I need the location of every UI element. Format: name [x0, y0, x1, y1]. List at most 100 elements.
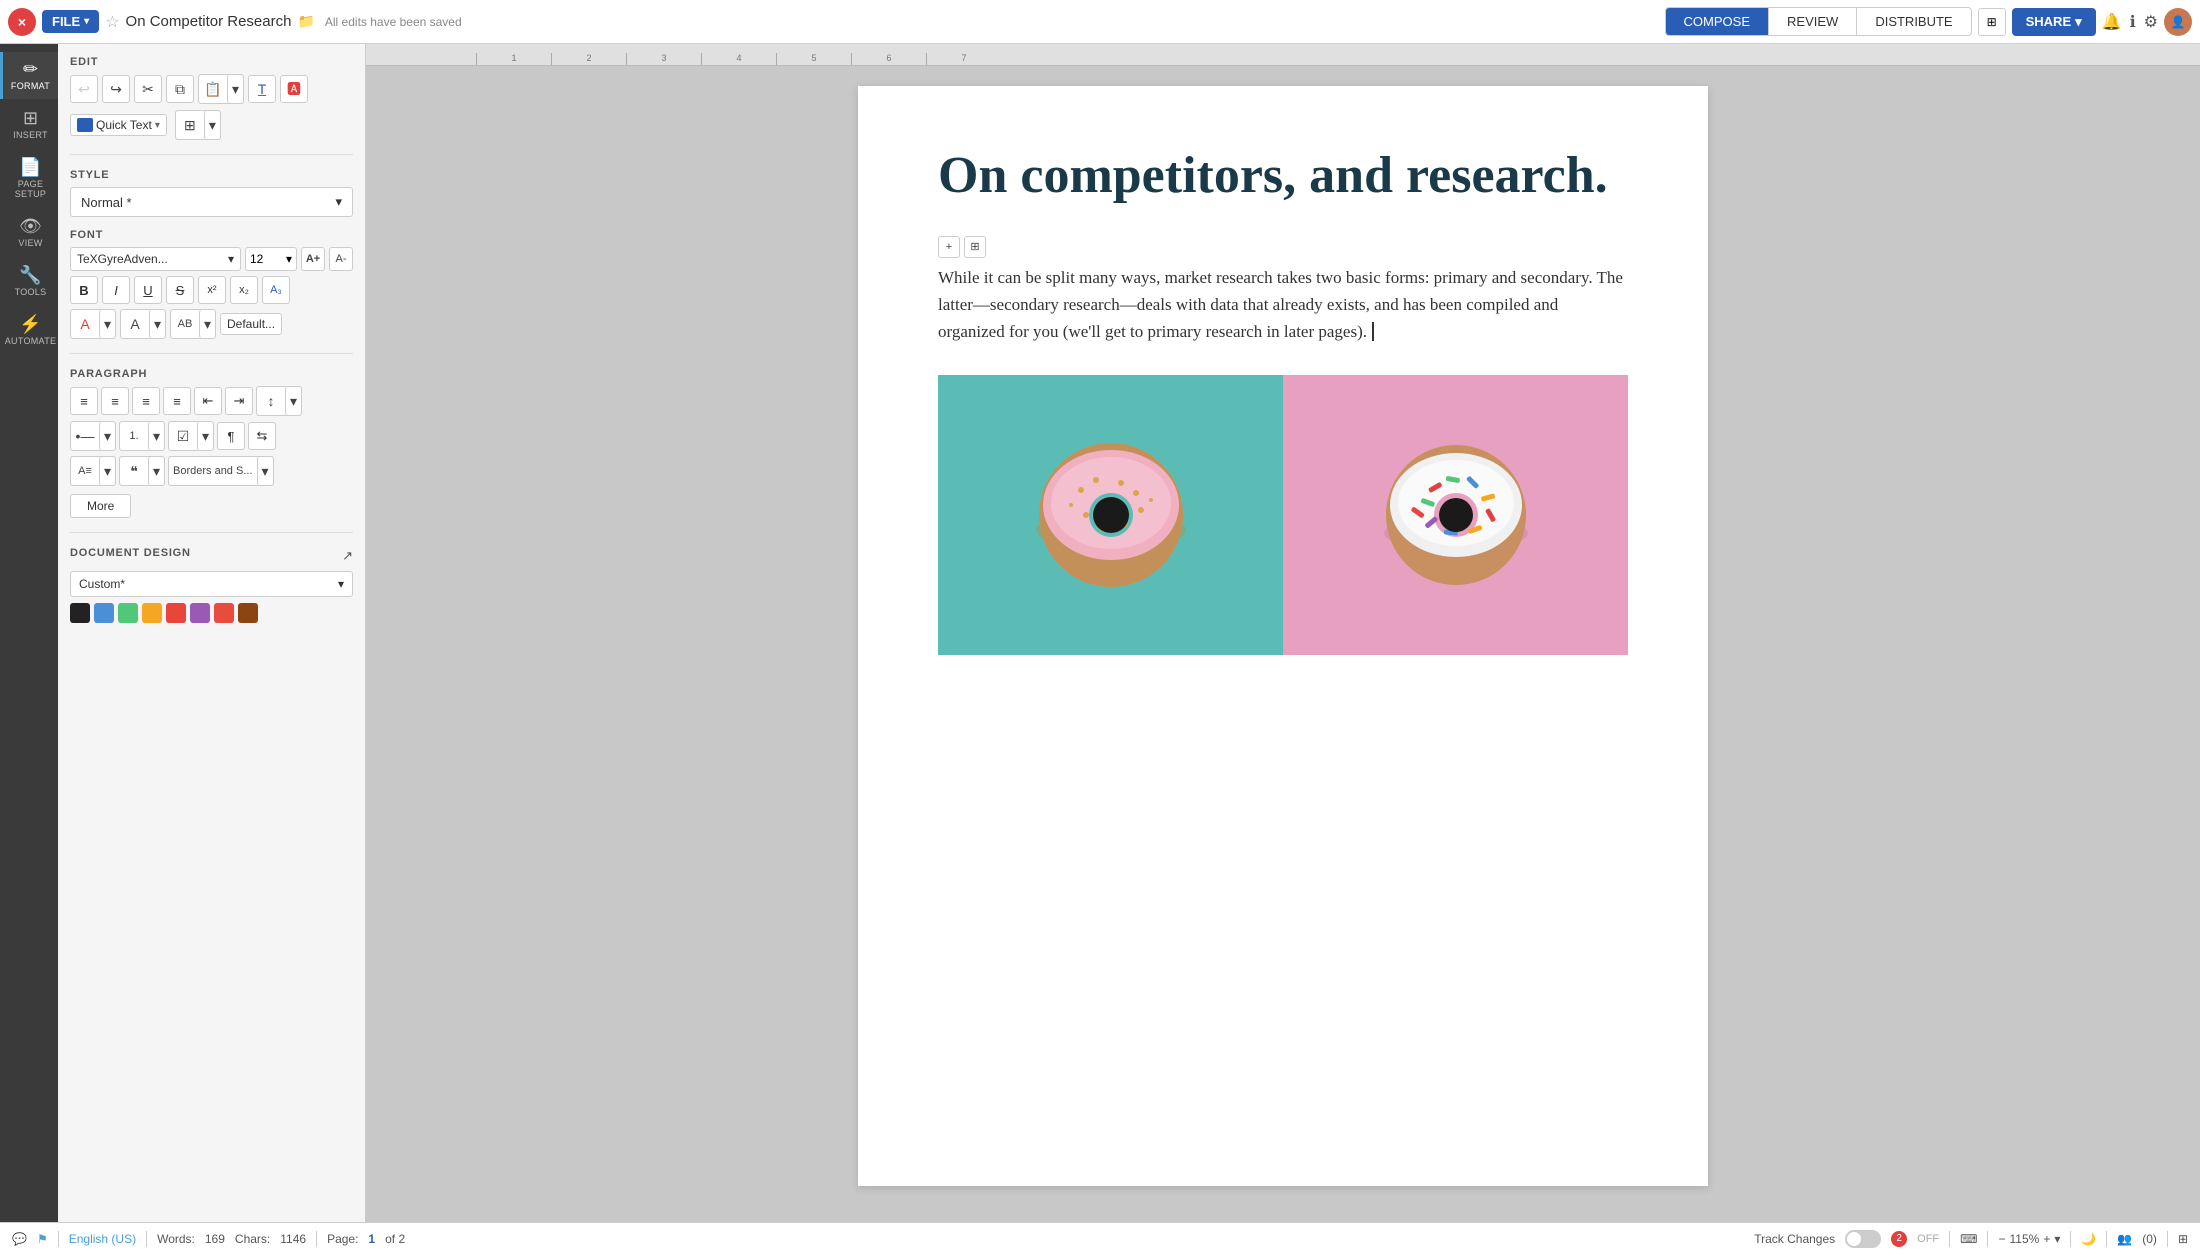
line-spacing-caret[interactable]: ▾ — [285, 387, 301, 415]
indent-a-button[interactable]: A≡ — [71, 457, 99, 485]
numbered-button[interactable]: 1. — [120, 422, 148, 450]
folder-icon[interactable]: 📁 — [297, 13, 314, 30]
superscript-button[interactable]: x² — [198, 276, 226, 304]
align-justify-button[interactable]: ≡ — [163, 387, 191, 415]
pilcrow-button[interactable]: ¶ — [217, 422, 245, 450]
track-changes-toggle[interactable] — [1845, 1230, 1881, 1248]
keyboard-icon[interactable]: ⌨ — [1960, 1232, 1977, 1246]
checklist-caret[interactable]: ▾ — [197, 422, 213, 450]
comment-icon[interactable]: 💬 — [12, 1232, 27, 1246]
highlight-button[interactable]: A — [121, 310, 149, 338]
clear-format-button[interactable]: T̲ — [248, 75, 276, 103]
users-icon[interactable]: 👥 — [2117, 1232, 2132, 1246]
bullets-caret[interactable]: ▾ — [99, 422, 115, 450]
palette-swatch-7[interactable] — [214, 603, 234, 623]
highlight-group: A ▾ — [120, 309, 166, 339]
align-left-button[interactable]: ≡ — [70, 387, 98, 415]
borders-button[interactable]: Borders and S... — [169, 457, 257, 485]
doc-design-title: DOCUMENT DESIGN — [70, 547, 191, 559]
palette-swatch-1[interactable] — [70, 603, 90, 623]
bullets-button[interactable]: •— — [71, 422, 99, 450]
document-title[interactable]: On Competitor Research — [126, 13, 292, 30]
sidebar-item-page-setup[interactable]: 📄 PAGE SETUP — [0, 150, 58, 207]
font-name-select[interactable]: TeXGyreAdven... ▾ — [70, 247, 241, 271]
cut-button[interactable]: ✂ — [134, 75, 162, 103]
quick-text-button[interactable]: Quick Text ▾ — [70, 114, 167, 136]
language-selector[interactable]: English (US) — [69, 1232, 136, 1246]
palette-swatch-8[interactable] — [238, 603, 258, 623]
subscript-button[interactable]: x₂ — [230, 276, 258, 304]
sidebar-item-insert[interactable]: ⊞ INSERT — [0, 101, 58, 148]
more-button[interactable]: More — [70, 494, 131, 518]
font-decrease-button[interactable]: A- — [329, 247, 353, 271]
notification-icon[interactable]: 🔔 — [2102, 12, 2122, 32]
eye-button[interactable]: ⊞ — [176, 111, 204, 139]
underline-button[interactable]: U — [134, 276, 162, 304]
doc-area[interactable]: On competitors, and research. + ⊞ While … — [366, 66, 2200, 1222]
view-toggle-button[interactable]: ⊞ — [1978, 8, 2006, 36]
char-spacing-button[interactable]: AB — [171, 310, 199, 338]
star-icon[interactable]: ☆ — [105, 12, 119, 32]
palette-swatch-4[interactable] — [142, 603, 162, 623]
text-color-caret[interactable]: ▾ — [99, 310, 115, 338]
indent-less-button[interactable]: ⇤ — [194, 387, 222, 415]
highlight-caret[interactable]: ▾ — [149, 310, 165, 338]
clear-color-button[interactable]: 🅰 — [280, 75, 308, 103]
eye-caret[interactable]: ▾ — [204, 111, 220, 139]
bold-button[interactable]: B — [70, 276, 98, 304]
settings-icon[interactable]: ⚙ — [2144, 12, 2158, 32]
tab-compose[interactable]: COMPOSE — [1666, 8, 1769, 35]
tab-review[interactable]: REVIEW — [1769, 8, 1857, 35]
copy-button[interactable]: ⧉ — [166, 75, 194, 103]
sidebar-item-view[interactable]: 👁 VIEW — [0, 209, 58, 256]
info-icon[interactable]: ℹ — [2130, 12, 2136, 32]
palette-swatch-3[interactable] — [118, 603, 138, 623]
indent-more-button[interactable]: ⇥ — [225, 387, 253, 415]
grid-view-icon[interactable]: ⊞ — [2178, 1232, 2188, 1246]
img-grid-button[interactable]: ⊞ — [964, 236, 986, 258]
palette-swatch-2[interactable] — [94, 603, 114, 623]
close-button[interactable]: × — [8, 8, 36, 36]
default-button[interactable]: Default... — [220, 313, 282, 335]
zoom-decrease[interactable]: − — [1998, 1232, 2005, 1246]
palette-swatch-5[interactable] — [166, 603, 186, 623]
checklist-button[interactable]: ☑ — [169, 422, 197, 450]
quote-caret[interactable]: ▾ — [148, 457, 164, 485]
redo-button[interactable]: ↪ — [102, 75, 130, 103]
borders-caret[interactable]: ▾ — [257, 457, 273, 485]
sidebar-item-automate[interactable]: ⚡ AUTOMATE — [0, 307, 58, 354]
zoom-caret[interactable]: ▾ — [2054, 1232, 2060, 1246]
doc-design-external-icon[interactable]: ↗ — [342, 548, 353, 564]
align-right-button[interactable]: ≡ — [132, 387, 160, 415]
line-spacing-button[interactable]: ↕ — [257, 387, 285, 415]
font-size-select[interactable]: 12 ▾ — [245, 247, 297, 271]
file-button[interactable]: FILE ▾ — [42, 10, 99, 33]
indent-a-caret[interactable]: ▾ — [99, 457, 115, 485]
text-dir-button[interactable]: ⇆ — [248, 422, 276, 450]
paste-dropdown[interactable]: ▾ — [227, 75, 243, 103]
img-add-button[interactable]: + — [938, 236, 960, 258]
char-spacing-caret[interactable]: ▾ — [199, 310, 215, 338]
numbered-caret[interactable]: ▾ — [148, 422, 164, 450]
color-button[interactable]: A₃ — [262, 276, 290, 304]
undo-button[interactable]: ↩ — [70, 75, 98, 103]
tab-distribute[interactable]: DISTRIBUTE — [1857, 8, 1970, 35]
font-increase-button[interactable]: A+ — [301, 247, 325, 271]
zoom-increase[interactable]: + — [2043, 1232, 2050, 1246]
share-button[interactable]: SHARE ▾ — [2012, 8, 2096, 36]
paste-button[interactable]: 📋 — [199, 75, 227, 103]
sidebar-item-format[interactable]: ✏ FORMAT — [0, 52, 58, 99]
italic-button[interactable]: I — [102, 276, 130, 304]
avatar[interactable]: 👤 — [2164, 8, 2192, 36]
doc-design-select[interactable]: Custom* ▾ — [70, 571, 353, 597]
text-color-button[interactable]: A — [71, 310, 99, 338]
moon-icon[interactable]: 🌙 — [2081, 1232, 2096, 1246]
align-center-button[interactable]: ≡ — [101, 387, 129, 415]
quote-button[interactable]: ❝ — [120, 457, 148, 485]
main-area: ✏ FORMAT ⊞ INSERT 📄 PAGE SETUP 👁 VIEW 🔧 … — [0, 44, 2200, 1222]
strikethrough-button[interactable]: S — [166, 276, 194, 304]
sidebar-item-tools[interactable]: 🔧 TOOLS — [0, 258, 58, 305]
palette-swatch-6[interactable] — [190, 603, 210, 623]
style-select[interactable]: Normal * ▾ — [70, 187, 353, 217]
flag-icon[interactable]: ⚑ — [37, 1232, 48, 1246]
